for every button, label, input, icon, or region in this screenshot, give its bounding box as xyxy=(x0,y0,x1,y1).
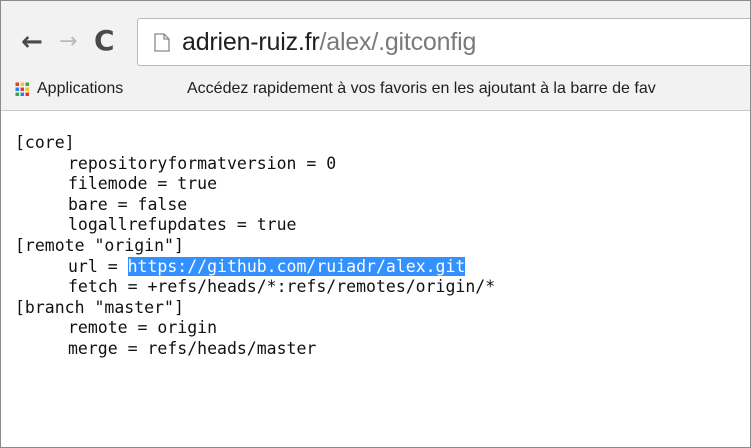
browser-window: ← → C adrien-ruiz.fr/alex/.gitconfig App… xyxy=(0,0,751,448)
code-line-text: remote = origin xyxy=(68,318,218,338)
code-line: url = https://github.com/ruiadr/alex.git xyxy=(15,256,495,278)
back-arrow-icon[interactable]: ← xyxy=(21,29,43,55)
apps-shortcut[interactable]: Applications xyxy=(37,80,123,98)
code-line-text: [core] xyxy=(15,133,75,152)
code-line: fetch = +refs/heads/*:refs/remotes/origi… xyxy=(15,277,495,298)
apps-grid-dot xyxy=(15,87,19,91)
browser-toolbar: ← → C adrien-ruiz.fr/alex/.gitconfig xyxy=(1,1,750,71)
reload-icon[interactable]: C xyxy=(94,27,115,55)
forward-arrow-icon[interactable]: → xyxy=(59,31,77,53)
url-text[interactable]: adrien-ruiz.fr/alex/.gitconfig xyxy=(182,28,476,57)
code-line-text: fetch = +refs/heads/*:refs/remotes/origi… xyxy=(68,277,496,297)
code-line: [core] xyxy=(15,133,495,154)
apps-grid-dot xyxy=(25,87,29,91)
selected-url-text[interactable]: https://github.com/ruiadr/alex.git xyxy=(127,256,466,276)
code-line: [branch "master"] xyxy=(15,298,495,319)
apps-grid-dot xyxy=(20,87,24,91)
code-line: merge = refs/heads/master xyxy=(15,339,495,360)
address-bar[interactable]: adrien-ruiz.fr/alex/.gitconfig xyxy=(137,18,750,66)
apps-grid-dot xyxy=(15,82,19,86)
apps-grid-dot xyxy=(20,82,24,86)
code-line: remote = origin xyxy=(15,318,495,339)
page-content: [core] repositoryformatversion = 0 filemod… xyxy=(1,111,750,447)
code-line-text: logallrefupdates = true xyxy=(68,215,297,235)
code-line-text: bare = false xyxy=(68,194,188,214)
apps-grid-dot xyxy=(25,82,29,86)
bookmarks-bar: Applications Accédez rapidement à vos fa… xyxy=(1,71,750,111)
code-line: [remote "origin"] xyxy=(15,236,495,257)
apps-grid-dot xyxy=(25,92,29,96)
code-line-text: merge = refs/heads/master xyxy=(68,338,317,358)
code-line: repositoryformatversion = 0 xyxy=(15,154,495,175)
bookmarks-hint: Accédez rapidement à vos favoris en les … xyxy=(187,80,656,97)
apps-grid-icon[interactable] xyxy=(15,82,30,97)
code-line-text: [remote "origin"] xyxy=(15,235,184,255)
apps-grid-dot xyxy=(15,92,19,96)
url-path: /alex/.gitconfig xyxy=(319,28,477,56)
apps-grid-dot xyxy=(20,92,24,96)
code-line: filemode = true xyxy=(15,174,495,195)
code-line-text: repositoryformatversion = 0 xyxy=(68,153,337,173)
code-line: bare = false xyxy=(15,195,495,216)
code-line-text: filemode = true xyxy=(68,174,218,194)
code-line-text: [branch "master"] xyxy=(15,297,184,317)
gitconfig-text[interactable]: [core] repositoryformatversion = 0 filemod… xyxy=(15,133,495,360)
code-line-text: url = xyxy=(68,256,128,276)
page-icon xyxy=(154,33,170,52)
url-host: adrien-ruiz.fr xyxy=(182,28,320,56)
code-line: logallrefupdates = true xyxy=(15,215,495,236)
